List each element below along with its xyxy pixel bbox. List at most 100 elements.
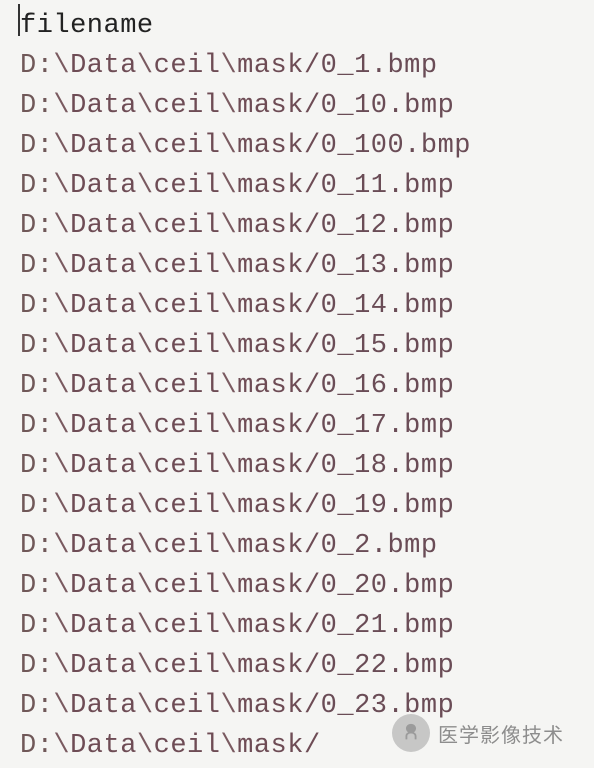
file-underscore: _ bbox=[337, 171, 354, 201]
dir-separator: \ bbox=[137, 91, 154, 121]
file-path-row[interactable]: D:\Data\ceil\mask/0_2.bmp bbox=[20, 526, 586, 566]
dir-separator: \ bbox=[53, 131, 70, 161]
file-ext: bmp bbox=[404, 251, 454, 281]
dir-separator: \ bbox=[53, 531, 70, 561]
file-path-row[interactable]: D:\Data\ceil\mask/0_16.bmp bbox=[20, 366, 586, 406]
dir-segment: mask bbox=[237, 611, 304, 641]
drive-letter: D: bbox=[20, 691, 53, 721]
dir-segment: mask bbox=[237, 691, 304, 721]
file-index: 13 bbox=[354, 251, 387, 281]
dir-segment: Data bbox=[70, 571, 137, 601]
dir-separator: \ bbox=[53, 691, 70, 721]
dir-segment: mask bbox=[237, 91, 304, 121]
file-index: 15 bbox=[354, 331, 387, 361]
file-base: 0 bbox=[321, 91, 338, 121]
dir-segment: Data bbox=[70, 371, 137, 401]
dir-segment: ceil bbox=[154, 251, 221, 281]
dir-separator: \ bbox=[220, 51, 237, 81]
dir-segment: ceil bbox=[154, 531, 221, 561]
file-ext: bmp bbox=[404, 331, 454, 361]
drive-letter: D: bbox=[20, 131, 53, 161]
file-ext: bmp bbox=[404, 171, 454, 201]
dir-segment: Data bbox=[70, 691, 137, 721]
file-underscore: _ bbox=[337, 331, 354, 361]
dir-separator: \ bbox=[137, 531, 154, 561]
dir-segment: mask bbox=[237, 171, 304, 201]
file-path-row[interactable]: D:\Data\ceil\mask/0_11.bmp bbox=[20, 166, 586, 206]
file-ext: bmp bbox=[404, 491, 454, 521]
dir-segment: ceil bbox=[154, 51, 221, 81]
file-dot: . bbox=[387, 171, 404, 201]
dir-separator: \ bbox=[53, 451, 70, 481]
file-path-row[interactable]: D:\Data\ceil\mask/0_21.bmp bbox=[20, 606, 586, 646]
dir-separator: \ bbox=[220, 411, 237, 441]
file-index: 21 bbox=[354, 611, 387, 641]
file-base: 0 bbox=[321, 171, 338, 201]
drive-letter: D: bbox=[20, 571, 53, 601]
file-base: 0 bbox=[321, 131, 338, 161]
dir-separator: \ bbox=[220, 491, 237, 521]
file-dot: . bbox=[387, 411, 404, 441]
file-ext: bmp bbox=[404, 571, 454, 601]
column-header-filename[interactable]: filename bbox=[20, 6, 586, 46]
file-path-row[interactable]: D:\Data\ceil\mask/0_10.bmp bbox=[20, 86, 586, 126]
dir-segment: ceil bbox=[154, 171, 221, 201]
drive-letter: D: bbox=[20, 291, 53, 321]
dir-separator: \ bbox=[220, 331, 237, 361]
dir-segment: ceil bbox=[154, 371, 221, 401]
file-base: 0 bbox=[321, 611, 338, 641]
file-index: 23 bbox=[354, 691, 387, 721]
file-separator: / bbox=[304, 91, 321, 121]
file-path-row[interactable]: D:\Data\ceil\mask/0_100.bmp bbox=[20, 126, 586, 166]
drive-letter: D: bbox=[20, 211, 53, 241]
file-underscore: _ bbox=[337, 691, 354, 721]
drive-letter: D: bbox=[20, 651, 53, 681]
file-underscore: _ bbox=[337, 131, 354, 161]
dir-segment: ceil bbox=[154, 211, 221, 241]
dir-segment: Data bbox=[70, 491, 137, 521]
dir-separator: \ bbox=[137, 411, 154, 441]
file-path-row[interactable]: D:\Data\ceil\mask/0_12.bmp bbox=[20, 206, 586, 246]
drive-letter: D: bbox=[20, 451, 53, 481]
file-path-row[interactable]: D:\Data\ceil\mask/0_14.bmp bbox=[20, 286, 586, 326]
dir-segment: ceil bbox=[154, 571, 221, 601]
file-path-row[interactable]: D:\Data\ceil\mask/0_1.bmp bbox=[20, 46, 586, 86]
file-base: 0 bbox=[321, 211, 338, 241]
dir-segment: ceil bbox=[154, 651, 221, 681]
dir-separator: \ bbox=[53, 731, 70, 761]
file-path-row[interactable]: D:\Data\ceil\mask/0_15.bmp bbox=[20, 326, 586, 366]
file-base: 0 bbox=[321, 651, 338, 681]
file-index: 100 bbox=[354, 131, 404, 161]
file-path-row[interactable]: D:\Data\ceil\mask/0_19.bmp bbox=[20, 486, 586, 526]
dir-separator: \ bbox=[53, 91, 70, 121]
file-ext: bmp bbox=[404, 611, 454, 641]
file-base: 0 bbox=[321, 691, 338, 721]
file-separator: / bbox=[304, 291, 321, 321]
dir-segment: ceil bbox=[154, 491, 221, 521]
file-base: 0 bbox=[321, 251, 338, 281]
file-underscore: _ bbox=[337, 611, 354, 641]
file-ext: bmp bbox=[404, 651, 454, 681]
file-path-row[interactable]: D:\Data\ceil\mask/0_13.bmp bbox=[20, 246, 586, 286]
dir-separator: \ bbox=[137, 171, 154, 201]
drive-letter: D: bbox=[20, 411, 53, 441]
file-index: 18 bbox=[354, 451, 387, 481]
dir-separator: \ bbox=[137, 291, 154, 321]
file-separator: / bbox=[304, 251, 321, 281]
file-index: 10 bbox=[354, 91, 387, 121]
file-dot: . bbox=[387, 371, 404, 401]
file-underscore: _ bbox=[337, 531, 354, 561]
dir-separator: \ bbox=[53, 611, 70, 641]
dir-separator: \ bbox=[220, 211, 237, 241]
file-path-row[interactable]: D:\Data\ceil\mask/0_20.bmp bbox=[20, 566, 586, 606]
file-base: 0 bbox=[321, 451, 338, 481]
file-separator: / bbox=[304, 731, 321, 761]
file-path-row[interactable]: D:\Data\ceil\mask/0_18.bmp bbox=[20, 446, 586, 486]
dir-separator: \ bbox=[53, 291, 70, 321]
dir-separator: \ bbox=[137, 651, 154, 681]
dir-segment: Data bbox=[70, 291, 137, 321]
dir-separator: \ bbox=[137, 491, 154, 521]
file-path-row[interactable]: D:\Data\ceil\mask/0_22.bmp bbox=[20, 646, 586, 686]
file-path-row[interactable]: D:\Data\ceil\mask/0_17.bmp bbox=[20, 406, 586, 446]
file-ext: bmp bbox=[404, 91, 454, 121]
